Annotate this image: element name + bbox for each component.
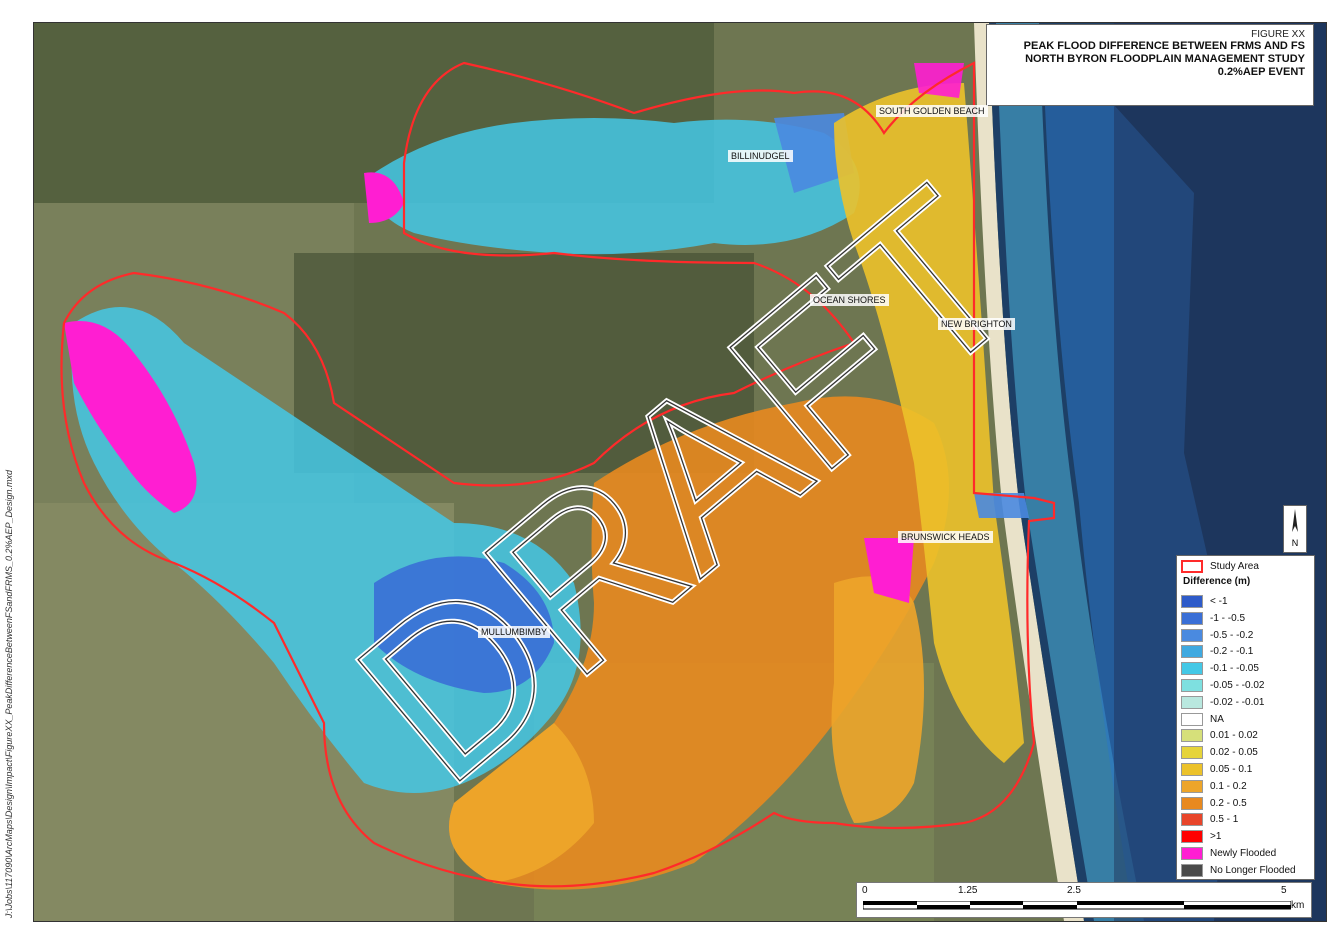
place-label-ocean-shores: OCEAN SHORES xyxy=(810,294,889,306)
legend-heading: Difference (m) xyxy=(1183,576,1251,587)
legend-swatch xyxy=(1181,611,1203,625)
legend-label: Study Area xyxy=(1210,561,1259,572)
legend-item: No Longer Flooded xyxy=(1181,863,1296,878)
file-path-text: J:\Jobs\117090\ArcMaps\Design\Impact\Fig… xyxy=(4,470,14,919)
legend-label: No Longer Flooded xyxy=(1210,864,1296,876)
legend-label: 0.02 - 0.05 xyxy=(1210,747,1258,759)
place-label-billinudgel: BILLINUDGEL xyxy=(728,150,793,162)
legend-item: NA xyxy=(1181,712,1224,727)
place-label-mullumbimby: MULLUMBIMBY xyxy=(478,626,551,638)
legend-item: -0.1 - -0.05 xyxy=(1181,661,1259,676)
scale-bar: 0 1.25 2.5 5 km xyxy=(856,882,1312,918)
north-arrow: N xyxy=(1283,505,1307,553)
legend-swatch xyxy=(1181,712,1203,726)
legend-swatch xyxy=(1181,560,1203,573)
legend-swatch xyxy=(1181,595,1203,608)
legend-label: -0.2 - -0.1 xyxy=(1210,646,1254,658)
legend-swatch xyxy=(1181,847,1203,860)
legend-label: Newly Flooded xyxy=(1210,848,1277,859)
legend-item: 0.1 - 0.2 xyxy=(1181,779,1247,794)
north-arrow-label: N xyxy=(1291,538,1299,548)
legend-study-area: Study Area xyxy=(1181,559,1259,574)
legend-label: < -1 xyxy=(1210,596,1228,607)
legend-label: >1 xyxy=(1210,831,1222,843)
legend-swatch xyxy=(1181,695,1203,709)
legend-item: < -1 xyxy=(1181,594,1228,609)
legend-label: 0.1 - 0.2 xyxy=(1210,780,1247,792)
legend-item: -0.02 - -0.01 xyxy=(1181,695,1264,710)
aerial-map[interactable]: DRAFT DRAFT xyxy=(34,23,1326,921)
north-arrow-icon xyxy=(1292,509,1298,532)
map-frame: DRAFT DRAFT xyxy=(33,22,1327,922)
legend-label: 0.5 - 1 xyxy=(1210,814,1239,826)
legend-item: 0.5 - 1 xyxy=(1181,812,1238,827)
legend-swatch xyxy=(1181,763,1203,776)
legend-label: -0.05 - -0.02 xyxy=(1210,680,1265,691)
scale-tick-1: 1.25 xyxy=(958,885,978,896)
legend-label: 0.05 - 0.1 xyxy=(1210,764,1253,775)
place-label-brunswick-heads: BRUNSWICK HEADS xyxy=(898,531,993,543)
legend-label: -1 - -0.5 xyxy=(1210,612,1246,624)
legend-swatch xyxy=(1181,729,1203,743)
legend-item: 0.05 - 0.1 xyxy=(1181,762,1252,777)
legend-swatch xyxy=(1181,830,1203,844)
legend-item: Newly Flooded xyxy=(1181,846,1276,861)
legend-swatch xyxy=(1181,746,1203,760)
title-line-1: PEAK FLOOD DIFFERENCE BETWEEN FRMS AND F… xyxy=(1023,40,1305,52)
legend-label: -0.02 - -0.01 xyxy=(1210,696,1265,708)
legend-item: 0.02 - 0.05 xyxy=(1181,745,1258,760)
legend-swatch xyxy=(1181,863,1203,877)
scale-tick-3: 5 xyxy=(1281,885,1287,896)
legend-item: -0.5 - -0.2 xyxy=(1181,628,1253,643)
legend-item: -1 - -0.5 xyxy=(1181,611,1245,626)
legend-item: -0.05 - -0.02 xyxy=(1181,678,1264,693)
legend-swatch xyxy=(1181,779,1203,793)
legend-label: NA xyxy=(1210,713,1224,725)
legend-swatch xyxy=(1181,645,1203,659)
legend-item: 0.2 - 0.5 xyxy=(1181,796,1247,811)
title-line-2: NORTH BYRON FLOODPLAIN MANAGEMENT STUDY xyxy=(1025,53,1305,65)
scale-tick-0: 0 xyxy=(862,885,868,896)
map-legend: Study Area Difference (m) < -1 -1 - -0.5 -… xyxy=(1176,555,1315,880)
legend-item: >1 xyxy=(1181,829,1221,844)
place-label-new-brighton: NEW BRIGHTON xyxy=(938,318,1015,330)
title-line-3: 0.2%AEP EVENT xyxy=(1217,66,1305,78)
legend-swatch xyxy=(1181,679,1203,692)
legend-swatch xyxy=(1181,628,1203,642)
legend-item: 0.01 - 0.02 xyxy=(1181,728,1258,743)
legend-item: -0.2 - -0.1 xyxy=(1181,644,1253,659)
figure-number: FIGURE XX xyxy=(1251,29,1305,40)
legend-swatch xyxy=(1181,796,1203,810)
legend-swatch xyxy=(1181,662,1203,676)
scale-unit: km xyxy=(1291,900,1305,911)
legend-label: -0.5 - -0.2 xyxy=(1210,629,1254,641)
scale-tick-2: 2.5 xyxy=(1067,885,1081,896)
legend-label: 0.01 - 0.02 xyxy=(1210,730,1258,742)
title-block: FIGURE XX PEAK FLOOD DIFFERENCE BETWEEN … xyxy=(986,24,1314,106)
legend-label: -0.1 - -0.05 xyxy=(1210,663,1259,675)
scale-bar-graphic xyxy=(863,901,1291,910)
legend-label: 0.2 - 0.5 xyxy=(1210,797,1247,809)
place-label-south-golden-beach: SOUTH GOLDEN BEACH xyxy=(876,105,988,117)
legend-swatch xyxy=(1181,813,1203,827)
